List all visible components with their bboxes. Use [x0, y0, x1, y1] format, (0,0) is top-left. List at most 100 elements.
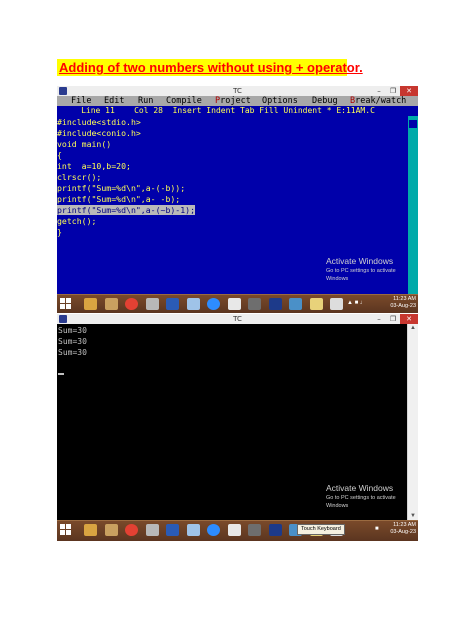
tc-output-window: TC – ❐ ✕ Sum=30 Sum=30 Sum=30 Activate Win…	[57, 314, 418, 541]
code-text: printf("Sum=%d\n",a-(~b)-1);	[57, 205, 196, 215]
restore-button[interactable]: ❐	[386, 86, 400, 96]
menu-item-run[interactable]: Run	[138, 96, 153, 106]
output-line: Sum=30	[58, 348, 87, 357]
document-icon[interactable]	[227, 524, 241, 536]
calculator-icon[interactable]	[248, 524, 261, 536]
code-line: #include<conio.h>	[57, 128, 406, 139]
activate-windows-watermark: Activate Windows Go to PC settings to ac…	[326, 256, 396, 283]
tray-time: 11:23 AM	[393, 296, 416, 302]
minimize-button[interactable]: –	[372, 86, 386, 96]
page-heading: Adding of two numbers without using + op…	[57, 59, 363, 76]
watermark-line2: Windows	[326, 503, 349, 509]
menu-item-file[interactable]: File	[71, 96, 91, 106]
code-text: clrscr();	[57, 172, 102, 182]
document-icon[interactable]	[227, 298, 241, 310]
code-line: #include<stdio.h>	[57, 117, 406, 128]
menu-item-project[interactable]: Project	[215, 96, 251, 106]
menu-item-debug[interactable]: Debug	[312, 96, 338, 106]
windows-start-icon[interactable]	[60, 298, 72, 310]
restore-button[interactable]: ❐	[386, 314, 400, 324]
console-output: Sum=30 Sum=30 Sum=30 Activate Windows Go t…	[57, 324, 408, 520]
file-explorer-icon[interactable]	[104, 524, 118, 536]
code-text: void main()	[57, 139, 112, 149]
code-line: printf("Sum=%d\n",a-(-b));	[57, 183, 406, 194]
notepad-icon[interactable]	[186, 298, 200, 310]
menu-label: reak/watch	[355, 96, 407, 106]
notepad-icon[interactable]	[186, 524, 200, 536]
ide-menu-bar: File Edit Run Compile Project Options Debug Bre…	[57, 96, 418, 106]
editor-vertical-scrollbar[interactable]	[408, 116, 418, 294]
folder-icon[interactable]	[84, 298, 97, 310]
code-line: }	[57, 227, 406, 238]
zoom-icon[interactable]	[207, 298, 220, 310]
tray-icons[interactable]: ▲ ■ ♩	[347, 300, 366, 306]
menu-label: Compile	[166, 96, 202, 106]
close-button[interactable]: ✕	[400, 314, 418, 324]
code-line: clrscr();	[57, 172, 406, 183]
code-text: }	[57, 227, 62, 237]
code-text: #include<conio.h>	[57, 128, 141, 138]
minimize-button[interactable]: –	[372, 314, 386, 324]
code-line: {	[57, 150, 406, 161]
paint-icon[interactable]	[309, 298, 323, 310]
code-editor[interactable]: #include<stdio.h> #include<conio.h> void m…	[57, 117, 406, 238]
program-output: Sum=30 Sum=30 Sum=30	[58, 325, 87, 358]
activate-windows-watermark: Activate Windows Go to PC settings to ac…	[326, 483, 396, 510]
code-line: void main()	[57, 139, 406, 150]
touch-keyboard-tooltip: Touch Keyboard	[297, 524, 345, 535]
word-icon[interactable]	[166, 524, 179, 536]
tools-icon[interactable]	[145, 298, 159, 310]
windows-start-icon[interactable]	[60, 524, 72, 536]
tray-date: 03-Aug-23	[390, 529, 416, 535]
code-line: getch();	[57, 216, 406, 227]
menu-item-breakwatch[interactable]: Break/watch	[350, 96, 406, 106]
menu-item-edit[interactable]: Edit	[104, 96, 124, 106]
code-text: printf("Sum=%d\n",a- -b);	[57, 194, 181, 204]
watermark-line1: Go to PC settings to activate	[326, 495, 396, 501]
code-text: int a=10,b=20;	[57, 161, 131, 171]
turbo-c-icon[interactable]	[268, 298, 282, 310]
taskbar: Touch Keyboard ■ 11:23 AM 03-Aug-23	[57, 520, 418, 541]
keyboard-icon[interactable]	[330, 298, 343, 310]
tc-ide-window: TC – ❐ ✕ File Edit Run Compile Project Option…	[57, 86, 418, 313]
chrome-icon[interactable]	[125, 524, 138, 536]
menu-label: Debug	[312, 96, 338, 106]
calculator-icon[interactable]	[248, 298, 261, 310]
tray-clock[interactable]: 11:23 AM 03-Aug-23	[390, 296, 416, 310]
scroll-up-icon[interactable]: ▲	[408, 324, 418, 332]
word-icon[interactable]	[166, 298, 179, 310]
watermark-line1: Go to PC settings to activate	[326, 268, 396, 274]
watermark-title: Activate Windows	[326, 256, 394, 266]
close-button[interactable]: ✕	[400, 86, 418, 96]
tray-icons[interactable]: ■	[375, 526, 379, 532]
code-text: getch();	[57, 216, 97, 226]
taskbar: ▲ ■ ♩ 11:23 AM 03-Aug-23	[57, 294, 418, 313]
tools-icon[interactable]	[145, 524, 159, 536]
code-line: printf("Sum=%d\n",a- -b);	[57, 194, 406, 205]
file-explorer-icon[interactable]	[104, 298, 118, 310]
scroll-down-icon[interactable]: ▼	[408, 512, 418, 520]
text-cursor	[58, 373, 64, 375]
menu-label: Options	[262, 96, 298, 106]
menu-label: roject	[220, 96, 251, 106]
chrome-icon[interactable]	[125, 298, 138, 310]
code-line: printf("Sum=%d\n",a-(~b)-1);	[57, 205, 406, 216]
menu-label: Edit	[104, 96, 125, 106]
tray-date: 03-Aug-23	[390, 303, 416, 309]
code-text: {	[57, 150, 62, 160]
zoom-icon[interactable]	[207, 524, 220, 536]
console-window-title: TC	[233, 315, 242, 323]
scrollbar-thumb[interactable]	[409, 120, 417, 128]
control-panel-icon[interactable]	[289, 298, 302, 310]
menu-item-compile[interactable]: Compile	[166, 96, 202, 106]
folder-icon[interactable]	[84, 524, 97, 536]
watermark-line2: Windows	[326, 276, 349, 282]
tray-clock[interactable]: 11:23 AM 03-Aug-23	[390, 522, 416, 536]
menu-item-options[interactable]: Options	[262, 96, 298, 106]
watermark-title: Activate Windows	[326, 483, 394, 493]
editor-status-line: Line 11 Col 28 Insert Indent Tab Fill Un…	[57, 106, 375, 115]
console-vertical-scrollbar[interactable]: ▲ ▼	[407, 324, 418, 520]
menu-label: File	[71, 96, 92, 106]
ide-window-title: TC	[233, 87, 242, 95]
turbo-c-icon[interactable]	[268, 524, 282, 536]
